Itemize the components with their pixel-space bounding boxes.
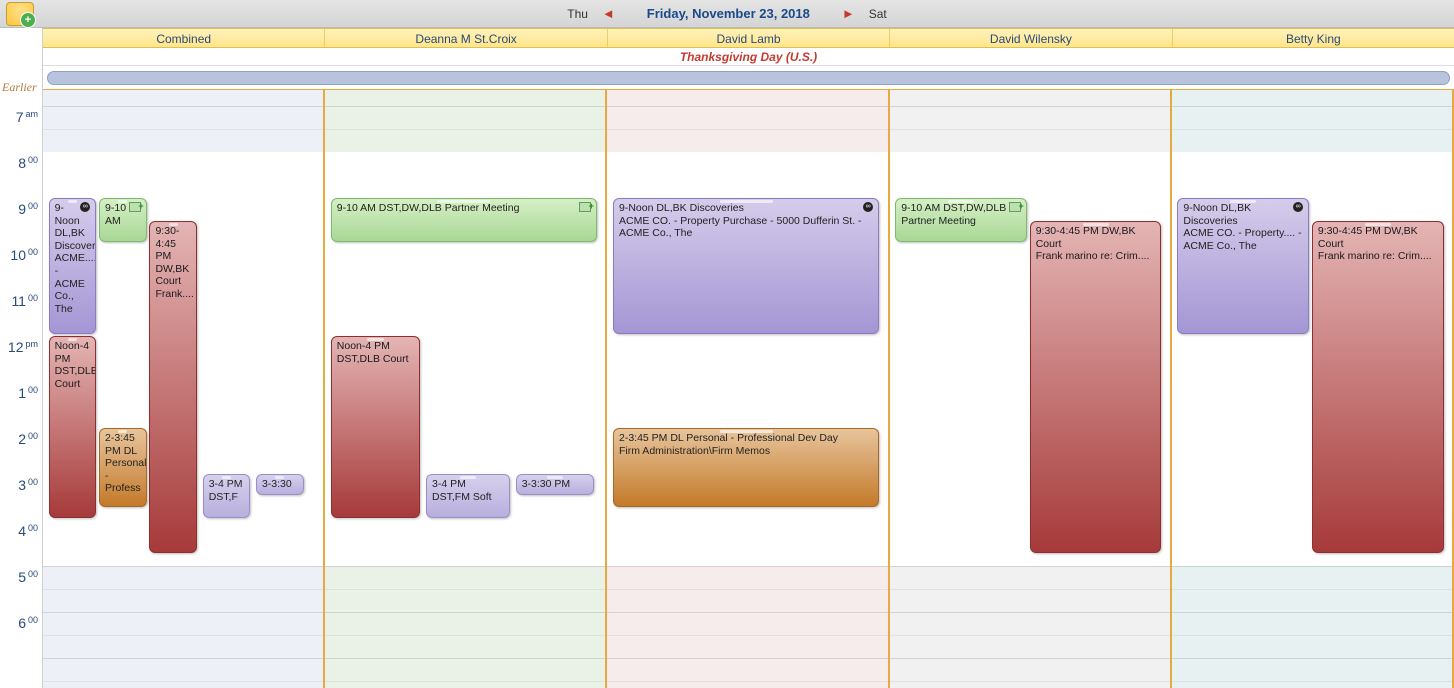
appt-subtitle: ACME CO. - Property Purchase - 5000 Duff… bbox=[619, 215, 873, 240]
hour-label: 1000 bbox=[0, 247, 38, 263]
earlier-label[interactable]: Earlier bbox=[2, 80, 37, 95]
appt-personal-dl[interactable]: 2-3:45 PM DL Personal - Professional Dev… bbox=[613, 428, 879, 507]
appt-330-d[interactable]: 3-3:30 PM bbox=[516, 474, 594, 495]
appt-court-dw[interactable]: 9:30-4:45 PM DW,BK CourtFrank marino re:… bbox=[1030, 221, 1162, 553]
calendar-column[interactable]: ∞9-Noon DL,BK DiscoveriesACME CO. - Prop… bbox=[1172, 90, 1454, 688]
hour-label: 7am bbox=[0, 109, 38, 125]
appt-discoveries[interactable]: ∞9-Noon DL,BK Discoveries ACME.... - ACM… bbox=[49, 198, 97, 334]
hour-label: 1100 bbox=[0, 293, 38, 309]
column-header[interactable]: Deanna M St.Croix bbox=[324, 29, 606, 47]
column-header[interactable]: David Wilensky bbox=[889, 29, 1171, 47]
hour-label: 800 bbox=[0, 155, 38, 171]
appt-text: 9-Noon DL,BK Discoveries ACME.... - ACME… bbox=[55, 202, 97, 315]
appt-text: 9:30-4:45 PM DW,BK Court Frank.... bbox=[155, 225, 194, 300]
appt-3pm-d[interactable]: 3-4 PM DST,FM Soft bbox=[426, 474, 510, 518]
appt-court-bk[interactable]: 9:30-4:45 PM DW,BK CourtFrank marino re:… bbox=[1312, 221, 1444, 553]
add-icon bbox=[1009, 202, 1021, 212]
appt-text: 9-10 AM DST,DW,DLB Partner Meeting bbox=[337, 202, 520, 214]
appt-title: 9-Noon DL,BK Discoveries bbox=[1183, 202, 1303, 227]
earlier-row bbox=[43, 66, 1454, 90]
appt-subtitle: ACME CO. - Property.... - ACME Co., The bbox=[1183, 227, 1303, 252]
column-header[interactable]: Combined bbox=[43, 29, 324, 47]
hour-label: 900 bbox=[0, 201, 38, 217]
appt-text: 9-10 AM DST,DW,DLB Partner Meeting bbox=[901, 202, 1006, 227]
appt-text: 3-4 PM DST,FM Soft bbox=[432, 478, 492, 503]
add-icon bbox=[129, 202, 141, 212]
prev-day-arrow[interactable]: ◄ bbox=[598, 6, 619, 21]
appt-text: 3-3:30 PM bbox=[522, 478, 570, 490]
calendar-column[interactable]: 9-10 AM DST,DW,DLB Partner Meeting 9:30-4… bbox=[890, 90, 1172, 688]
calendar-column[interactable]: ∞9-Noon DL,BK DiscoveriesACME CO. - Prop… bbox=[607, 90, 889, 688]
hour-label: 100 bbox=[0, 385, 38, 401]
appt-title: 2-3:45 PM DL Personal - Professional Dev… bbox=[619, 432, 873, 445]
appt-partner-d[interactable]: 9-10 AM DST,DW,DLB Partner Meeting bbox=[331, 198, 597, 242]
add-appointment-button[interactable] bbox=[6, 2, 34, 26]
column-headers: CombinedDeanna M St.CroixDavid LambDavid… bbox=[43, 28, 1454, 48]
appt-discoveries-bk[interactable]: ∞9-Noon DL,BK DiscoveriesACME CO. - Prop… bbox=[1177, 198, 1309, 334]
appt-partner-dw[interactable]: 9-10 AM DST,DW,DLB Partner Meeting bbox=[895, 198, 1027, 242]
column-header[interactable]: Betty King bbox=[1172, 29, 1454, 47]
appt-noon4-combined[interactable]: Noon-4 PM DST,DLB Court bbox=[49, 336, 97, 518]
appt-discoveries-dl[interactable]: ∞9-Noon DL,BK DiscoveriesACME CO. - Prop… bbox=[613, 198, 879, 334]
column-header[interactable]: David Lamb bbox=[607, 29, 889, 47]
appt-noon4-d[interactable]: Noon-4 PM DST,DLB Court bbox=[331, 336, 421, 518]
prev-day-label: Thu bbox=[567, 7, 588, 21]
appt-subtitle: Frank marino re: Crim.... bbox=[1318, 250, 1438, 263]
next-day-label: Sat bbox=[869, 7, 887, 21]
appt-text: 2-3:45 PM DL Personal - Profess bbox=[105, 432, 146, 494]
hour-label: 12pm bbox=[0, 339, 38, 355]
next-day-arrow[interactable]: ► bbox=[838, 6, 859, 21]
appt-text: Noon-4 PM DST,DLB Court bbox=[337, 340, 409, 365]
appt-subtitle: Firm Administration\Firm Memos bbox=[619, 445, 873, 458]
time-column: Earlier 7am 800 900 1000 1100 12pm 100 200 300 40… bbox=[0, 28, 43, 688]
add-icon bbox=[579, 202, 591, 212]
calendar-column[interactable]: 9-10 AM DST,DW,DLB Partner Meeting Noon-4… bbox=[325, 90, 607, 688]
appt-title: 9:30-4:45 PM DW,BK Court bbox=[1318, 225, 1438, 250]
appt-330-combined[interactable]: 3-3:30 bbox=[256, 474, 304, 495]
appt-3pm-combined[interactable]: 3-4 PM DST,F bbox=[203, 474, 251, 518]
calendar-body: CombinedDeanna M St.CroixDavid LambDavid… bbox=[43, 28, 1454, 688]
appt-text: 9-10 AM bbox=[105, 202, 126, 227]
top-nav-bar: Thu ◄ Friday, November 23, 2018 ► Sat bbox=[0, 0, 1454, 28]
date-nav: Thu ◄ Friday, November 23, 2018 ► Sat bbox=[567, 6, 887, 21]
calendar-grid: Earlier 7am 800 900 1000 1100 12pm 100 200 300 40… bbox=[0, 28, 1454, 688]
calendar-columns: ∞9-Noon DL,BK Discoveries ACME.... - ACM… bbox=[43, 90, 1454, 688]
earlier-strip[interactable] bbox=[47, 71, 1450, 85]
recurrence-icon: ∞ bbox=[80, 202, 90, 212]
appt-title: 9-Noon DL,BK Discoveries bbox=[619, 202, 873, 215]
hour-label: 300 bbox=[0, 477, 38, 493]
appt-text: 3-4 PM DST,F bbox=[209, 478, 243, 503]
hour-label: 400 bbox=[0, 523, 38, 539]
appt-9am[interactable]: 9-10 AM bbox=[99, 198, 147, 242]
appt-court-combined[interactable]: 9:30-4:45 PM DW,BK Court Frank.... bbox=[149, 221, 197, 553]
appt-title: 9:30-4:45 PM DW,BK Court bbox=[1036, 225, 1156, 250]
appt-subtitle: Frank marino re: Crim.... bbox=[1036, 250, 1156, 263]
appt-personal-combined[interactable]: 2-3:45 PM DL Personal - Profess bbox=[99, 428, 147, 507]
calendar-column[interactable]: ∞9-Noon DL,BK Discoveries ACME.... - ACM… bbox=[43, 90, 325, 688]
hour-label: 600 bbox=[0, 615, 38, 631]
hour-label: 200 bbox=[0, 431, 38, 447]
current-date[interactable]: Friday, November 23, 2018 bbox=[629, 6, 828, 21]
appt-text: 3-3:30 bbox=[262, 478, 292, 490]
appt-text: Noon-4 PM DST,DLB Court bbox=[55, 340, 97, 390]
holiday-row: Thanksgiving Day (U.S.) bbox=[43, 48, 1454, 66]
hour-label: 500 bbox=[0, 569, 38, 585]
